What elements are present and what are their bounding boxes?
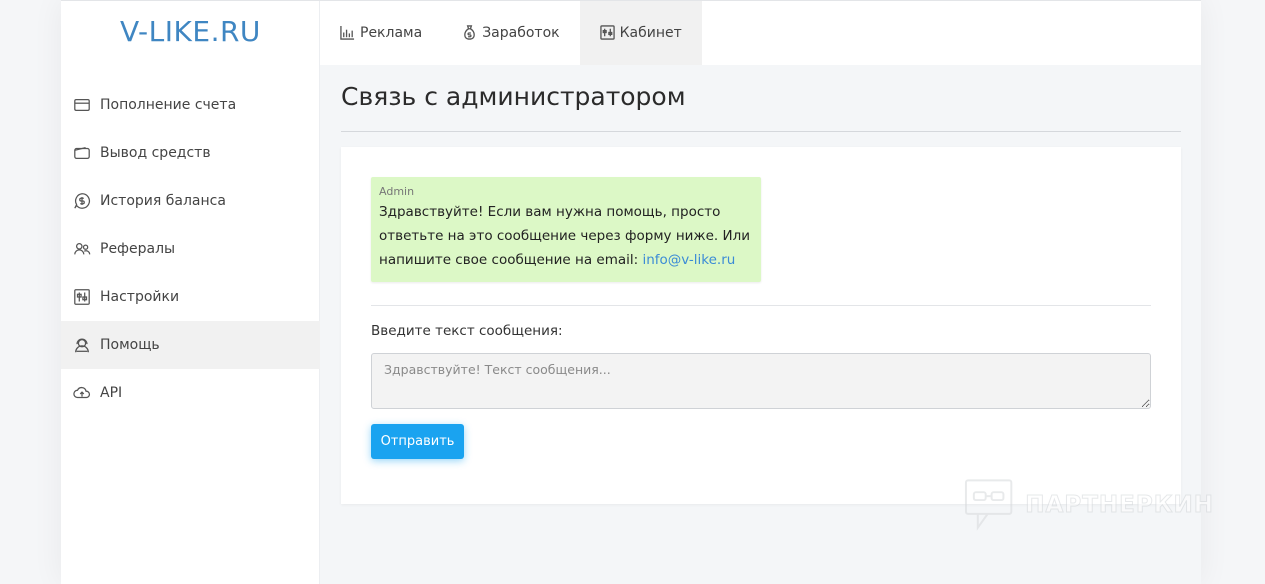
sidebar-item-label: Настройки	[100, 289, 180, 305]
tab-label: Заработок	[482, 25, 560, 41]
message-text: Здравствуйте! Если вам нужна помощь, про…	[379, 200, 753, 272]
sidebar-item-api[interactable]: API	[61, 369, 320, 417]
users-icon	[72, 239, 92, 259]
credit-card-icon	[72, 95, 92, 115]
tab-earnings[interactable]: Заработок	[442, 1, 579, 65]
sidebar-item-top-up[interactable]: Пополнение счета	[61, 81, 320, 129]
sidebar-item-referrals[interactable]: Рефералы	[61, 225, 320, 273]
message-author: Admin	[379, 185, 415, 198]
message-field-label: Введите текст сообщения:	[371, 323, 563, 339]
coin-chat-icon	[72, 191, 92, 211]
admin-message: Admin Здравствуйте! Если вам нужна помощ…	[371, 177, 761, 282]
sidebar-item-withdraw[interactable]: Вывод средств	[61, 129, 320, 177]
dashboard-icon	[599, 25, 616, 41]
sidebar-item-help[interactable]: Помощь	[61, 321, 320, 369]
card-divider	[371, 305, 1151, 306]
tab-advertising[interactable]: Реклама	[320, 1, 442, 65]
tab-cabinet[interactable]: Кабинет	[579, 1, 702, 65]
sidebar: V-LIKE.RU Пополнение счета Вывод средств…	[61, 1, 320, 584]
message-input[interactable]	[371, 353, 1151, 409]
title-divider	[341, 131, 1181, 132]
cloud-upload-icon	[72, 383, 92, 403]
bar-chart-icon	[340, 25, 356, 41]
sidebar-item-label: API	[100, 385, 123, 401]
wallet-icon	[72, 143, 92, 163]
sidebar-item-label: Рефералы	[100, 241, 176, 257]
sidebar-item-label: Помощь	[100, 337, 160, 353]
sidebar-item-label: Вывод средств	[100, 145, 211, 161]
money-bag-icon	[462, 25, 478, 41]
sidebar-item-settings[interactable]: Настройки	[61, 273, 320, 321]
email-link[interactable]: info@v-like.ru	[642, 252, 735, 268]
tab-label: Кабинет	[619, 25, 682, 41]
support-agent-icon	[72, 335, 92, 355]
send-button[interactable]: Отправить	[371, 424, 464, 459]
sliders-icon	[72, 287, 92, 307]
app-frame: V-LIKE.RU Пополнение счета Вывод средств…	[61, 0, 1201, 584]
support-card: Admin Здравствуйте! Если вам нужна помощ…	[341, 147, 1181, 504]
tab-label: Реклама	[360, 25, 423, 41]
main-content: Связь с администратором Admin Здравствуй…	[320, 65, 1201, 584]
site-logo[interactable]: V-LIKE.RU	[61, 13, 320, 53]
sidebar-item-label: Пополнение счета	[100, 97, 237, 113]
sidebar-item-label: История баланса	[100, 193, 226, 209]
sidebar-item-balance-history[interactable]: История баланса	[61, 177, 320, 225]
page-title: Связь с администратором	[341, 82, 686, 111]
top-nav: Реклама Заработок Кабинет	[320, 1, 1201, 65]
